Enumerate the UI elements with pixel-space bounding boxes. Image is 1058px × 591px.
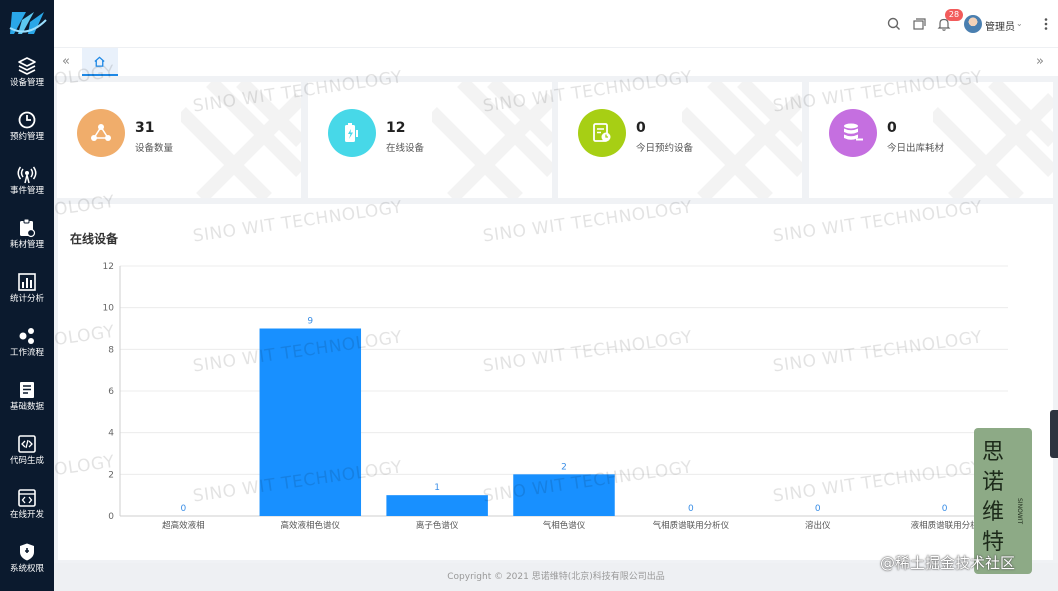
y-tick-label: 4: [108, 429, 114, 439]
layers-icon: [18, 57, 36, 75]
sticker-side-text: SINOWIT: [1016, 498, 1023, 525]
bar-value-label: 2: [561, 462, 567, 472]
card-decoration: [682, 82, 802, 198]
sidebar-item-event-management[interactable]: 事件管理: [0, 160, 54, 212]
share-icon: [19, 328, 34, 344]
sidebar-item-statistics[interactable]: 统计分析: [0, 268, 54, 320]
user-name[interactable]: 管理员: [985, 18, 1015, 33]
x-tick-label: 高效液相色谱仪: [281, 520, 341, 531]
sidebar-item-label: 系统权限: [9, 564, 44, 574]
stat-value: 12: [386, 120, 406, 136]
stat-label: 在线设备: [386, 143, 425, 154]
sticker-chars: 思 诺 维 特: [982, 440, 1005, 555]
sidebar-item-basic-data[interactable]: 基础数据: [0, 376, 54, 428]
x-tick-label: 液相质谱联用分析: [911, 520, 980, 531]
document-icon: [20, 382, 34, 398]
sidebar: 设备管理 预约管理 事件管理 耗材管理 统计分析 工作流程 基础数据 代码生成 …: [0, 0, 54, 591]
sidebar-item-device-management[interactable]: 设备管理: [0, 52, 54, 104]
tab-home[interactable]: [82, 48, 118, 76]
signal-icon: [17, 166, 37, 184]
database-icon: [844, 123, 863, 141]
y-tick-label: 10: [103, 304, 115, 314]
card-decoration: [933, 82, 1053, 198]
more-icon[interactable]: [1038, 16, 1054, 32]
chevron-down-icon[interactable]: ⌄: [1016, 19, 1023, 28]
online-devices-chart-panel: 0 2 4 6 8 10 12 0 超高效液相 9 高效液相色谱仪 1 离子色谱仪 2 气相色谱仪 0 气相质谱…: [58, 204, 1053, 560]
online-devices-chart: 0 2 4 6 8 10 12 0 超高效液相 9 高效液相色谱仪 1 离子色谱仪 2 气相色谱仪 0 气相质谱…: [103, 262, 1008, 531]
y-tick-label: 8: [108, 345, 114, 355]
code-icon: [18, 435, 36, 453]
stat-card-today-consumables[interactable]: 0 今日出库耗材: [809, 82, 1053, 198]
stat-card-device-count[interactable]: 31 设备数量: [57, 82, 301, 198]
sidebar-item-online-development[interactable]: 在线开发: [0, 484, 54, 536]
copyright-text: Copyright © 2021 思诺维特(北京)科技有限公司出品: [447, 572, 665, 582]
bar-value-label: 0: [688, 504, 694, 514]
x-tick-label: 气相色谱仪: [543, 520, 586, 531]
stat-value: 0: [636, 120, 646, 136]
sidebar-item-label: 设备管理: [9, 78, 44, 88]
card-decoration: [432, 82, 552, 198]
stat-label: 今日预约设备: [636, 143, 694, 154]
tab-bar: « »: [54, 48, 1058, 76]
y-tick-label: 6: [108, 387, 114, 397]
stat-label: 今日出库耗材: [887, 143, 945, 154]
shield-icon: [20, 543, 34, 561]
clipboard-icon: [20, 218, 36, 238]
app-logo[interactable]: [8, 8, 48, 38]
sidebar-item-label: 工作流程: [9, 348, 44, 358]
code-window-icon: [18, 489, 36, 507]
x-tick-label: 离子色谱仪: [416, 520, 459, 531]
sidebar-item-workflow[interactable]: 工作流程: [0, 322, 54, 374]
x-tick-label: 气相质谱联用分析仪: [653, 520, 730, 531]
network-icon: [91, 124, 111, 141]
sidebar-item-label: 在线开发: [9, 510, 44, 520]
tab-scroll-right-icon[interactable]: »: [1036, 54, 1044, 69]
y-tick-label: 0: [108, 512, 114, 522]
chart-title: 在线设备: [70, 232, 119, 246]
bar: [386, 495, 488, 516]
bar-chart-icon: [18, 273, 36, 291]
y-tick-label: 12: [103, 262, 114, 272]
y-tick-label: 2: [108, 470, 114, 480]
bar: [513, 474, 615, 516]
bar-value-label: 0: [181, 504, 187, 514]
corner-watermark: @稀土掘金技术社区: [880, 554, 1016, 572]
card-decoration: [181, 82, 301, 198]
scrollbar-handle[interactable]: [1050, 410, 1058, 458]
clock-icon: [18, 111, 36, 129]
bar-value-label: 9: [307, 317, 313, 327]
sidebar-item-reservation-management[interactable]: 预约管理: [0, 106, 54, 158]
sidebar-item-label: 预约管理: [9, 132, 44, 142]
stat-card-online-devices[interactable]: 12 在线设备: [308, 82, 552, 198]
stat-value: 31: [135, 120, 155, 136]
top-header: 28 管理员 ⌄: [54, 0, 1058, 48]
x-tick-label: 超高效液相: [162, 520, 205, 531]
sidebar-item-label: 事件管理: [9, 186, 44, 196]
calendar-clock-icon: [593, 123, 611, 142]
bar-value-label: 0: [942, 504, 948, 514]
bar-value-label: 1: [434, 483, 440, 493]
stat-value: 0: [887, 120, 897, 136]
bar-value-label: 0: [815, 504, 821, 514]
sidebar-item-label: 统计分析: [9, 294, 44, 304]
sidebar-item-label: 基础数据: [9, 402, 44, 412]
avatar[interactable]: [964, 15, 982, 33]
battery-charging-icon: [345, 123, 358, 142]
stat-label: 设备数量: [135, 143, 174, 154]
sidebar-item-code-generation[interactable]: 代码生成: [0, 430, 54, 482]
window-icon[interactable]: [911, 16, 927, 32]
search-icon[interactable]: [886, 16, 902, 32]
sidebar-item-label: 耗材管理: [9, 240, 44, 250]
x-tick-label: 溶出仪: [805, 520, 831, 531]
tab-scroll-left-icon[interactable]: «: [62, 54, 70, 69]
sidebar-item-consumables-management[interactable]: 耗材管理: [0, 214, 54, 266]
bar: [259, 328, 362, 516]
home-icon: [94, 56, 105, 67]
sidebar-item-label: 代码生成: [9, 456, 44, 466]
notification-badge: 28: [945, 9, 963, 21]
stat-card-today-reservations[interactable]: 0 今日预约设备: [558, 82, 802, 198]
sidebar-item-system-permissions[interactable]: 系统权限: [0, 538, 54, 590]
